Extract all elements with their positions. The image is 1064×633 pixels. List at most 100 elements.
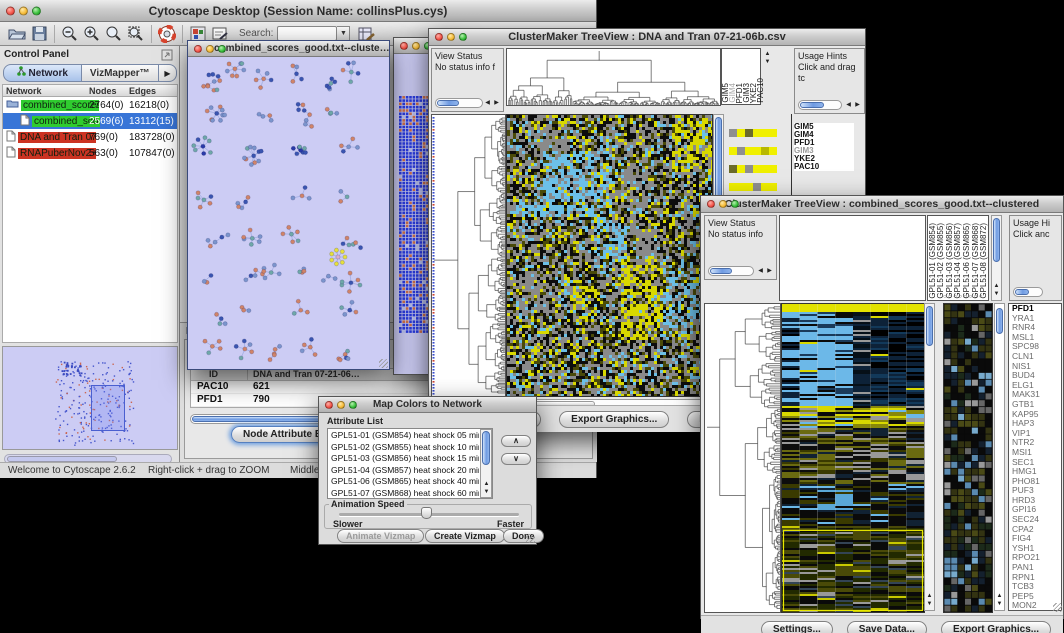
minimize-icon[interactable] xyxy=(447,33,455,41)
close-icon[interactable] xyxy=(707,200,715,208)
tv1-row-dendrogram[interactable] xyxy=(431,114,506,397)
zoom-window-icon[interactable] xyxy=(459,33,467,41)
tab-overflow-arrow[interactable]: ▶ xyxy=(159,64,177,82)
move-up-button[interactable]: ∧ xyxy=(501,435,531,447)
zoom-matrix-cell[interactable] xyxy=(761,147,769,155)
netwin1-title-bar[interactable]: combined_scores_good.txt--cluste… xyxy=(188,41,389,57)
minimize-icon[interactable] xyxy=(337,401,345,409)
scroll-left-icon[interactable]: ◀ xyxy=(483,100,492,107)
scroll-up-icon[interactable]: ▲ xyxy=(992,283,1001,290)
network-name[interactable]: combined_scores_ xyxy=(21,100,99,111)
zoom-selected-icon[interactable] xyxy=(125,24,147,44)
close-icon[interactable] xyxy=(194,45,202,53)
close-icon[interactable] xyxy=(6,6,15,15)
zoom-matrix-cell[interactable] xyxy=(761,129,769,137)
close-icon[interactable] xyxy=(400,42,408,50)
tv2-save-data---button[interactable]: Save Data... xyxy=(847,621,927,633)
network-row[interactable]: combined_scores_2764(0)16218(0) xyxy=(3,97,177,113)
tv1-zoom-matrix[interactable] xyxy=(729,124,777,172)
zoom-fit-icon[interactable] xyxy=(103,24,125,44)
search-input[interactable] xyxy=(277,26,337,41)
network-name[interactable]: DNA and Tran 07 xyxy=(18,132,96,143)
zoom-matrix-cell[interactable] xyxy=(769,147,777,155)
tv1-row-label[interactable]: PAC10 xyxy=(794,163,854,171)
zoom-window-icon[interactable] xyxy=(731,200,739,208)
speed-slider-thumb[interactable] xyxy=(421,507,432,519)
treeview2-title-bar[interactable]: ClusterMaker TreeView : combined_scores_… xyxy=(701,196,1063,213)
tv2-labels-vscrollbar[interactable]: ▲ ▼ xyxy=(991,215,1002,301)
search-dropdown-button[interactable]: ▼ xyxy=(337,26,350,41)
zoom-window-icon[interactable] xyxy=(218,45,226,53)
tv2-export-graphics---button[interactable]: Export Graphics... xyxy=(941,621,1051,633)
tv2-settings---button[interactable]: Settings... xyxy=(761,621,833,633)
close-icon[interactable] xyxy=(325,401,333,409)
tv2-global-heatmap[interactable] xyxy=(781,303,925,613)
tv1-column-dendrogram[interactable] xyxy=(506,48,721,106)
treeview1-title-bar[interactable]: ClusterMaker TreeView : DNA and Tran 07-… xyxy=(429,29,865,46)
minimize-icon[interactable] xyxy=(206,45,214,53)
zoom-matrix-cell[interactable] xyxy=(745,165,753,173)
scroll-down-icon[interactable]: ▼ xyxy=(482,489,491,496)
minimize-icon[interactable] xyxy=(19,6,28,15)
attribute-list-item[interactable]: GPL51-06 (GSM865) heat shock 40 min xyxy=(331,476,479,488)
network-canvas-1[interactable] xyxy=(188,57,389,369)
zoom-matrix-cell[interactable] xyxy=(729,183,737,191)
scroll-right-icon[interactable]: ▶ xyxy=(853,102,862,109)
zoom-matrix-cell[interactable] xyxy=(745,129,753,137)
scroll-up-icon[interactable]: ▲ xyxy=(995,593,1004,600)
resize-grip[interactable] xyxy=(379,359,388,368)
tv1-status-hscrollbar[interactable] xyxy=(435,98,483,108)
zoom-matrix-cell[interactable] xyxy=(761,165,769,173)
zoom-matrix-cell[interactable] xyxy=(737,165,745,173)
scroll-right-icon[interactable]: ▶ xyxy=(492,100,501,107)
dp-col-id[interactable]: ID xyxy=(209,369,218,379)
scroll-up-icon[interactable]: ▲ xyxy=(925,593,934,600)
tv1-export-graphics---button[interactable]: Export Graphics... xyxy=(559,411,669,428)
zoom-matrix-cell[interactable] xyxy=(769,129,777,137)
col-header-nodes[interactable]: Nodes xyxy=(89,86,117,96)
minimize-icon[interactable] xyxy=(719,200,727,208)
zoom-in-icon[interactable] xyxy=(81,24,103,44)
zoom-matrix-cell[interactable] xyxy=(761,183,769,191)
attribute-list-item[interactable]: GPL51-04 (GSM857) heat shock 20 min xyxy=(331,465,479,477)
tv2-heat-vscrollbar[interactable]: ▲ ▼ xyxy=(924,303,935,611)
zoom-matrix-cell[interactable] xyxy=(753,165,761,173)
help-lifering-icon[interactable] xyxy=(156,24,178,44)
scroll-right-icon[interactable]: ▶ xyxy=(765,268,774,275)
network-row[interactable]: combined_sco2569(6)13112(15) xyxy=(3,113,177,129)
zoom-matrix-cell[interactable] xyxy=(769,165,777,173)
col-header-edges[interactable]: Edges xyxy=(129,86,156,96)
attribute-listbox[interactable]: GPL51-01 (GSM854) heat shock 05 minGPL51… xyxy=(327,428,493,499)
zoom-matrix-cell[interactable] xyxy=(729,165,737,173)
open-folder-icon[interactable] xyxy=(6,24,28,44)
network-row[interactable]: DNA and Tran 07769(0)183728(0) xyxy=(3,129,177,145)
scroll-down-icon[interactable]: ▼ xyxy=(992,291,1001,298)
done-button[interactable]: Done xyxy=(503,529,544,543)
tab-network[interactable]: Network xyxy=(3,64,82,82)
tv2-genes-vscrollbar[interactable]: ▲ ▼ xyxy=(994,303,1005,611)
resize-grip[interactable] xyxy=(526,534,535,543)
overview-viewport-rect[interactable] xyxy=(91,385,125,431)
scroll-down-icon[interactable]: ▼ xyxy=(763,59,772,66)
zoom-out-icon[interactable] xyxy=(59,24,81,44)
scroll-left-icon[interactable]: ◀ xyxy=(844,102,853,109)
network-name[interactable]: RNAPuberNov2+ xyxy=(18,148,96,159)
minimize-icon[interactable] xyxy=(412,42,420,50)
zoom-window-icon[interactable] xyxy=(32,6,41,15)
zoom-matrix-cell[interactable] xyxy=(737,129,745,137)
tv2-zoom-heatmap[interactable] xyxy=(943,303,993,613)
zoom-window-icon[interactable] xyxy=(349,401,357,409)
tv2-row-dendrogram[interactable] xyxy=(704,303,781,613)
network-overview-panel[interactable] xyxy=(2,346,178,450)
zoom-matrix-cell[interactable] xyxy=(745,147,753,155)
dialog-title-bar[interactable]: Map Colors to Network xyxy=(319,397,536,413)
scroll-up-icon[interactable]: ▲ xyxy=(763,51,772,58)
zoom-matrix-cell[interactable] xyxy=(753,183,761,191)
zoom-matrix-cell[interactable] xyxy=(737,183,745,191)
animate-vizmap-button[interactable]: Animate Vizmap xyxy=(337,529,424,543)
tv1-hints-hscrollbar[interactable] xyxy=(798,100,842,110)
attribute-list-vscrollbar[interactable]: ▲ ▼ xyxy=(480,429,492,498)
create-vizmap-button[interactable]: Create Vizmap xyxy=(425,529,505,543)
zoom-matrix-cell[interactable] xyxy=(737,147,745,155)
network-row[interactable]: RNAPuberNov2+563(0)107847(0) xyxy=(3,145,177,161)
